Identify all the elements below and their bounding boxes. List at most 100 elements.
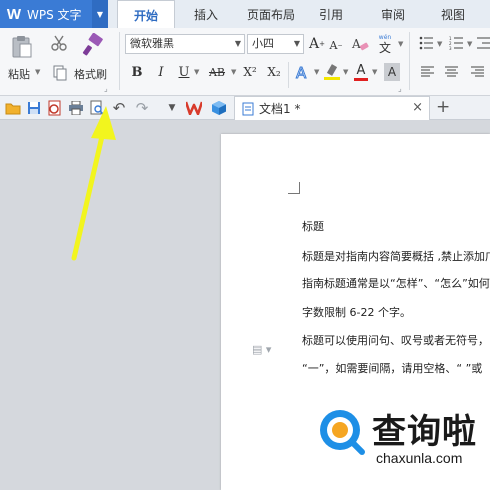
chevron-down-icon[interactable]: ▼ (92, 0, 108, 28)
font-size-value: 小四 (252, 37, 274, 50)
italic-button[interactable]: I (152, 62, 170, 82)
paste-button[interactable] (10, 34, 34, 60)
clipboard-icon (12, 36, 32, 58)
text-effect-button[interactable]: A (294, 62, 312, 82)
chevron-down-icon: ▼ (293, 39, 300, 48)
eraser-icon: A (351, 37, 369, 51)
customize-toolbar-icon[interactable]: ▼ (163, 99, 181, 117)
chevron-down-icon[interactable]: ▼ (437, 40, 442, 48)
wps-brand-icon[interactable] (185, 99, 203, 117)
chevron-down-icon[interactable]: ▼ (343, 68, 348, 76)
subscript-button[interactable]: X₂ (264, 62, 284, 82)
bold-button[interactable]: B (128, 62, 146, 82)
align-center-button[interactable] (444, 64, 458, 80)
chevron-down-icon[interactable]: ▼ (314, 68, 319, 76)
strikethrough-button[interactable]: AB (205, 62, 229, 82)
watermark-title: 查询啦 (372, 412, 477, 452)
font-color-swatch (354, 77, 368, 81)
format-painter-label[interactable]: 格式刷 (74, 66, 107, 82)
phonetic-char: 文 (378, 40, 391, 55)
font-color-icon: A (356, 62, 366, 78)
svg-text:A: A (351, 37, 361, 51)
doc-line-4[interactable]: 字数限制 6-22 个字。 (302, 304, 411, 320)
doc-line-6[interactable]: “一”，如需要间隔，请用空格、“ ”或 (302, 360, 482, 376)
ribbon: 粘贴 ▼ 格式刷 微软雅黑 ▼ 小四 ▼ A + A − A wén 文 ▼ B… (0, 28, 490, 96)
paste-dropdown-icon[interactable]: ▼ (35, 68, 40, 76)
phonetic-guide-button[interactable]: wén 文 (375, 32, 395, 56)
bullets-button[interactable] (418, 34, 434, 52)
tab-view[interactable]: 视图 (430, 0, 476, 28)
underline-button[interactable]: U (176, 62, 192, 82)
ribbon-divider (409, 32, 410, 90)
svg-text:A: A (296, 64, 307, 81)
font-color-button[interactable]: A (352, 62, 370, 82)
font-dialog-launcher-icon[interactable]: ⌟ (398, 84, 402, 93)
clipboard-dialog-launcher-icon[interactable]: ⌟ (104, 84, 108, 93)
open-icon[interactable] (4, 99, 22, 117)
doc-line-5[interactable]: 标题可以使用问句、叹号或者无符号， (302, 332, 489, 348)
chevron-down-icon[interactable]: ▼ (467, 40, 472, 48)
chevron-down-icon[interactable]: ▼ (372, 68, 377, 76)
align-center-icon (444, 66, 458, 77)
format-painter-button[interactable] (80, 32, 106, 58)
tab-page-layout[interactable]: 页面布局 (236, 0, 306, 28)
menu-tab-bar: W WPS 文字 ▼ 开始 插入 页面布局 引用 审阅 视图 (0, 0, 490, 28)
paragraph-handle-icon[interactable]: ▤ ▾ (252, 343, 271, 356)
copy-icon (53, 65, 67, 81)
watermark-url: chaxunla.com (376, 450, 463, 466)
align-right-button[interactable] (470, 64, 484, 80)
tab-insert[interactable]: 插入 (180, 0, 232, 28)
font-name-select[interactable]: 微软雅黑 ▼ (125, 34, 245, 54)
grow-font-icon[interactable]: A + (308, 34, 326, 54)
new-tab-plus-icon[interactable]: + (436, 97, 450, 117)
indent-button[interactable] (477, 34, 490, 52)
doc-line-1[interactable]: 标题 (302, 218, 324, 234)
close-icon[interactable]: × (412, 100, 423, 115)
chevron-down-icon[interactable]: ▼ (231, 68, 236, 76)
highlighter-icon (324, 64, 340, 80)
tab-home[interactable]: 开始 (117, 0, 175, 28)
indent-icon (477, 37, 490, 49)
export-pdf-icon[interactable] (46, 99, 64, 117)
cut-button[interactable] (50, 34, 68, 52)
chevron-down-icon[interactable]: ▼ (194, 68, 199, 76)
quick-access-toolbar: ↶ ↷ ▼ 文档1 * × + (0, 96, 490, 120)
document-tab-title: 文档1 * (259, 102, 301, 116)
doc-line-2[interactable]: 标题是对指南内容简要概括 ,禁止添加广告 (302, 248, 490, 264)
chevron-down-icon[interactable]: ▼ (398, 40, 403, 48)
undo-icon[interactable]: ↶ (110, 99, 128, 117)
font-name-value: 微软雅黑 (130, 37, 174, 50)
text-effect-icon: A (296, 64, 308, 82)
align-left-button[interactable] (420, 64, 434, 80)
margin-corner-mark (288, 182, 300, 194)
clear-format-button[interactable]: A (350, 34, 370, 54)
numbering-button[interactable]: 1 2 3 (448, 34, 464, 52)
cloud-cube-icon[interactable] (210, 99, 228, 117)
print-preview-icon[interactable] (88, 99, 106, 117)
tab-review[interactable]: 审阅 (370, 0, 416, 28)
save-icon[interactable] (25, 99, 43, 117)
document-tab[interactable]: 文档1 * × (234, 96, 430, 120)
shrink-font-icon[interactable]: A − (328, 36, 344, 54)
doc-line-3[interactable]: 指南标题通常是以“怎样”、“怎么”如何 (302, 275, 490, 291)
document-icon (242, 102, 254, 115)
ribbon-divider (119, 32, 120, 90)
char-shading-button[interactable]: A (384, 63, 400, 81)
print-icon[interactable] (67, 99, 85, 117)
superscript-button[interactable]: X² (240, 62, 260, 82)
paste-label[interactable]: 粘贴 (8, 66, 30, 82)
highlight-button[interactable] (322, 62, 342, 82)
font-size-select[interactable]: 小四 ▼ (247, 34, 304, 54)
align-right-icon (470, 66, 484, 77)
svg-text:3: 3 (449, 46, 452, 50)
app-title: WPS 文字 (27, 7, 82, 22)
redo-icon[interactable]: ↷ (133, 99, 151, 117)
brush-icon (82, 33, 103, 56)
scissors-icon (51, 35, 67, 51)
app-menu-button[interactable]: W WPS 文字 ▼ (0, 0, 108, 28)
wps-logo-icon: W (6, 5, 22, 23)
tab-references[interactable]: 引用 (308, 0, 354, 28)
bullet-list-icon (419, 36, 433, 50)
copy-button[interactable] (52, 64, 68, 82)
phonetic-pinyin: wén (378, 33, 392, 41)
